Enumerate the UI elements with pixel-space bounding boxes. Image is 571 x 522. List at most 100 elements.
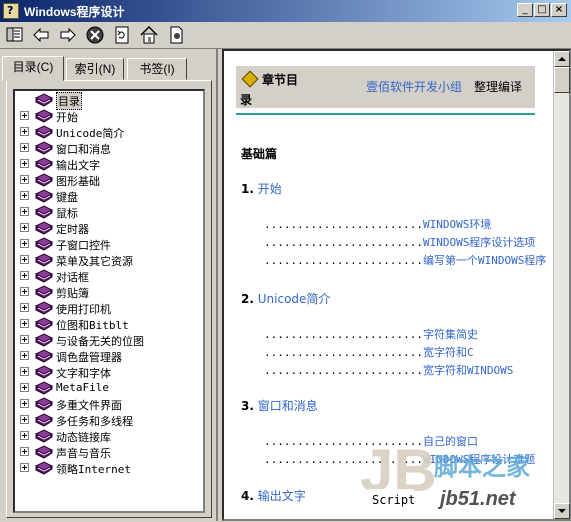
expand-plus-icon[interactable] bbox=[20, 159, 29, 168]
watermark-site-name: 脚本之家 bbox=[434, 453, 530, 481]
topic-entry: ........................WINDOWS程序设计选项 bbox=[264, 234, 535, 250]
chapter-link[interactable]: 输出文字 bbox=[258, 489, 306, 503]
expand-plus-icon[interactable] bbox=[20, 415, 29, 424]
tree-item[interactable]: 菜单及其它资源 bbox=[15, 252, 201, 268]
tree-item[interactable]: 使用打印机 bbox=[15, 300, 201, 316]
tree-item[interactable]: 动态链接库 bbox=[15, 428, 201, 444]
topic-link[interactable]: 宽字符和WINDOWS bbox=[423, 364, 513, 377]
refresh-icon bbox=[115, 26, 129, 44]
expand-plus-icon[interactable] bbox=[20, 303, 29, 312]
close-button[interactable]: × bbox=[551, 3, 567, 17]
tree-item[interactable]: 多任务和多线程 bbox=[15, 412, 201, 428]
chapter-link[interactable]: 窗口和消息 bbox=[258, 399, 318, 413]
leader-dots: ........................ bbox=[264, 218, 423, 231]
tree-item[interactable]: 键盘 bbox=[15, 188, 201, 204]
stop-button[interactable] bbox=[84, 24, 106, 46]
tree-item-label: 多任务和多线程 bbox=[56, 415, 133, 428]
toggle-pane-button[interactable] bbox=[4, 24, 26, 46]
chapter-link[interactable]: Unicode简介 bbox=[258, 292, 331, 306]
tree-item[interactable]: 与设备无关的位图 bbox=[15, 332, 201, 348]
chapter-entry: 3. 窗口和消息 bbox=[241, 397, 318, 414]
contents-tree[interactable]: 目录 开始 Unicode简介窗口和消息 输出文字 图形基础键盘 鼠标 定时器 子窗口控件菜单… bbox=[13, 89, 205, 513]
expand-plus-icon[interactable] bbox=[20, 111, 29, 120]
tab-contents[interactable]: 目录(C) bbox=[2, 56, 64, 81]
expand-plus-icon[interactable] bbox=[20, 335, 29, 344]
tree-item[interactable]: 开始 bbox=[15, 108, 201, 124]
tree-item[interactable]: 子窗口控件 bbox=[15, 236, 201, 252]
tree-item[interactable]: 领略Internet bbox=[15, 460, 201, 476]
book-icon bbox=[35, 429, 53, 443]
leader-dots: ........................ bbox=[264, 346, 423, 359]
tree-item[interactable]: 调色盘管理器 bbox=[15, 348, 201, 364]
book-icon bbox=[35, 349, 53, 363]
group-link[interactable]: 壹佰软件开发小组 bbox=[366, 78, 462, 95]
chapter-number: 2. bbox=[241, 292, 254, 306]
tree-item-label: MetaFile bbox=[56, 381, 109, 394]
expand-plus-icon[interactable] bbox=[20, 351, 29, 360]
tree-item-label: 键盘 bbox=[56, 191, 78, 204]
expand-plus-icon[interactable] bbox=[20, 191, 29, 200]
expand-plus-icon[interactable] bbox=[20, 127, 29, 136]
tree-item[interactable]: 图形基础 bbox=[15, 172, 201, 188]
expand-plus-icon[interactable] bbox=[20, 287, 29, 296]
expand-plus-icon[interactable] bbox=[20, 239, 29, 248]
refresh-button[interactable] bbox=[111, 24, 133, 46]
forward-button[interactable] bbox=[57, 24, 79, 46]
tree-item[interactable]: 鼠标 bbox=[15, 204, 201, 220]
tree-item[interactable]: 剪贴簿 bbox=[15, 284, 201, 300]
topic-link[interactable]: 编写第一个WINDOWS程序 bbox=[423, 254, 546, 267]
expand-plus-icon[interactable] bbox=[20, 431, 29, 440]
expand-plus-icon[interactable] bbox=[20, 143, 29, 152]
expand-plus-icon[interactable] bbox=[20, 319, 29, 328]
topic-link[interactable]: 字符集简史 bbox=[423, 328, 478, 341]
home-button[interactable] bbox=[138, 24, 160, 46]
topic-link[interactable]: 宽字符和C bbox=[423, 346, 474, 359]
chapter-link[interactable]: 开始 bbox=[258, 182, 282, 196]
expand-plus-icon[interactable] bbox=[20, 463, 29, 472]
expand-plus-icon[interactable] bbox=[20, 255, 29, 264]
tree-item[interactable]: MetaFile bbox=[15, 380, 201, 396]
watermark-url: jb51.net bbox=[437, 488, 517, 510]
topic-link[interactable]: WINDOWS环境 bbox=[423, 218, 491, 231]
expand-plus-icon[interactable] bbox=[20, 447, 29, 456]
tree-item[interactable]: 多重文件界面 bbox=[15, 396, 201, 412]
tree-item[interactable]: Unicode简介 bbox=[15, 124, 201, 140]
book-icon bbox=[35, 221, 53, 235]
book-icon bbox=[35, 333, 53, 347]
tree-item[interactable]: 目录 bbox=[15, 92, 201, 110]
tree-item-label: 窗口和消息 bbox=[56, 143, 111, 156]
expand-plus-icon[interactable] bbox=[20, 223, 29, 232]
tree-item[interactable]: 对话框 bbox=[15, 268, 201, 284]
tree-item[interactable]: 定时器 bbox=[15, 220, 201, 236]
chapter-number: 1. bbox=[241, 182, 254, 196]
tab-bookmarks[interactable]: 书签(I) bbox=[127, 58, 187, 80]
expand-plus-icon[interactable] bbox=[20, 175, 29, 184]
tree-item[interactable]: 文字和字体 bbox=[15, 364, 201, 380]
expand-plus-icon[interactable] bbox=[20, 399, 29, 408]
print-button[interactable] bbox=[165, 24, 187, 46]
scroll-thumb[interactable] bbox=[554, 67, 570, 93]
maximize-button[interactable]: □ bbox=[534, 3, 550, 17]
back-button[interactable] bbox=[30, 24, 52, 46]
tab-index[interactable]: 索引(N) bbox=[66, 58, 124, 80]
tree-item-label: 位图和Bitblt bbox=[56, 319, 129, 332]
tree-item[interactable]: 声音与音乐 bbox=[15, 444, 201, 460]
topic-link[interactable]: WINDOWS程序设计选项 bbox=[423, 236, 535, 249]
tree-item[interactable]: 输出文字 bbox=[15, 156, 201, 172]
minimize-button[interactable]: _ bbox=[517, 3, 533, 17]
watermark-logo-text: Script bbox=[372, 493, 416, 507]
tree-item[interactable]: 位图和Bitblt bbox=[15, 316, 201, 332]
chapter-heading-line2: 录 bbox=[240, 93, 253, 107]
book-icon bbox=[35, 381, 53, 395]
expand-plus-icon[interactable] bbox=[20, 207, 29, 216]
tree-item[interactable]: 窗口和消息 bbox=[15, 140, 201, 156]
expand-plus-icon[interactable] bbox=[20, 367, 29, 376]
expand-plus-icon[interactable] bbox=[20, 383, 29, 392]
title-bar[interactable]: Windows程序设计 _ □ × bbox=[0, 0, 571, 22]
book-icon bbox=[35, 317, 53, 331]
scroll-up-button[interactable] bbox=[554, 51, 570, 67]
expand-plus-icon[interactable] bbox=[20, 271, 29, 280]
tree-item-label: 菜单及其它资源 bbox=[56, 255, 133, 268]
tree-item-label: 开始 bbox=[56, 111, 78, 124]
book-icon bbox=[35, 445, 53, 459]
